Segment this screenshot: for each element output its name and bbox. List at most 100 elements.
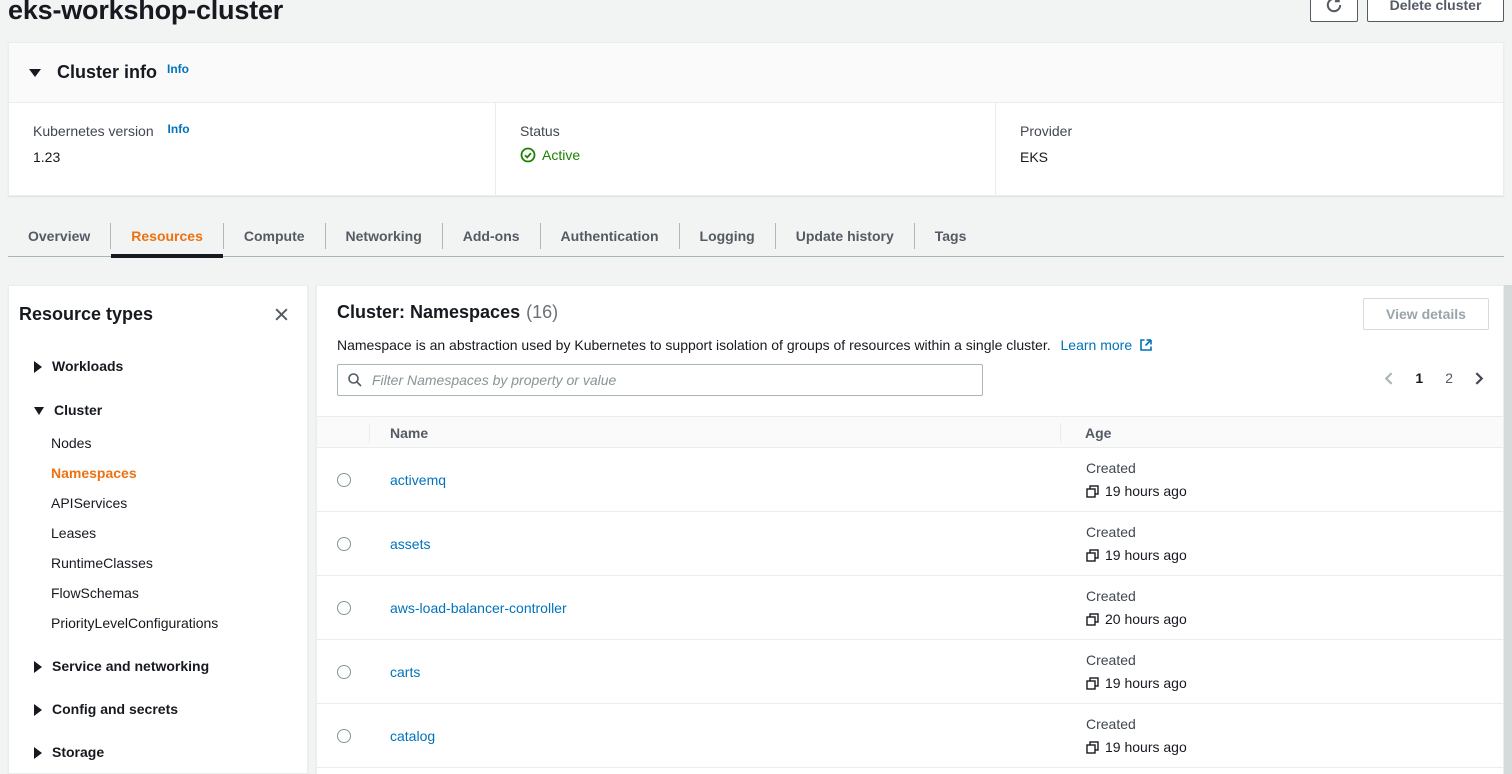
tab-networking[interactable]: Networking [326, 215, 442, 256]
cluster-info-fields: Kubernetes version Info 1.23 Status Acti… [9, 103, 1503, 195]
collapse-triangle-icon [29, 69, 41, 77]
sidebar-group-service-and-networking[interactable]: Service and networking [9, 658, 307, 675]
row-radio-button[interactable] [337, 537, 351, 551]
table-row: carts Created 19 hours ago [317, 640, 1503, 704]
sidebar-group-config-and-secrets[interactable]: Config and secrets [9, 701, 307, 718]
namespace-link[interactable]: catalog [390, 728, 435, 744]
age-value: 19 hours ago [1105, 483, 1187, 499]
tab-update-history[interactable]: Update history [776, 215, 914, 256]
page-number-2[interactable]: 2 [1442, 370, 1456, 386]
row-radio-button[interactable] [337, 729, 351, 743]
created-label: Created [1086, 588, 1187, 604]
table-header: Name Age [317, 416, 1503, 448]
tab-add-ons[interactable]: Add-ons [443, 215, 540, 256]
description-text: Namespace is an abstraction used by Kube… [337, 337, 1051, 353]
copy-icon[interactable] [1086, 485, 1099, 498]
table-row: catalog Created 19 hours ago [317, 704, 1503, 768]
row-radio-button[interactable] [337, 473, 351, 487]
eks-cluster-page: eks-workshop-cluster Delete cluster Clus… [0, 0, 1512, 774]
tab-overview[interactable]: Overview [8, 215, 110, 256]
status-label: Status [520, 123, 995, 139]
age-value: 20 hours ago [1105, 611, 1187, 627]
learn-more-link[interactable]: Learn more [1061, 337, 1133, 353]
column-divider [369, 423, 370, 443]
filter-wrap [337, 364, 983, 396]
tab-logging[interactable]: Logging [680, 215, 775, 256]
namespace-link[interactable]: aws-load-balancer-controller [390, 600, 567, 616]
tab-tags[interactable]: Tags [915, 215, 987, 256]
next-page-icon[interactable] [1472, 372, 1485, 385]
age-value: 19 hours ago [1105, 675, 1187, 691]
refresh-button[interactable] [1310, 0, 1358, 22]
table-row-partial [317, 768, 1503, 774]
cluster-info-info-link[interactable]: Info [167, 62, 189, 76]
sidebar-group-storage[interactable]: Storage [9, 744, 307, 761]
sidebar-item-nodes[interactable]: Nodes [9, 435, 307, 452]
scrollbar[interactable] [1504, 285, 1512, 774]
row-radio-button[interactable] [337, 665, 351, 679]
created-label: Created [1086, 652, 1187, 668]
status-value: Active [542, 147, 580, 163]
copy-icon[interactable] [1086, 549, 1099, 562]
tab-authentication[interactable]: Authentication [541, 215, 679, 256]
field-provider: Provider EKS [995, 103, 1503, 195]
copy-icon[interactable] [1086, 613, 1099, 626]
namespaces-table-body: activemq Created 19 hours ago ass [317, 448, 1503, 774]
tab-compute[interactable]: Compute [224, 215, 325, 256]
column-header-age: Age [1085, 425, 1111, 441]
field-status: Status Active [495, 103, 995, 195]
namespace-count: (16) [526, 302, 558, 322]
external-link-icon [1136, 338, 1152, 354]
chevron-right-icon [34, 361, 42, 373]
sidebar-group-label: Workloads [52, 358, 123, 375]
refresh-icon [1325, 0, 1343, 14]
age-value: 19 hours ago [1105, 739, 1187, 755]
page-title: eks-workshop-cluster [8, 0, 283, 26]
panel-heading: Cluster: Namespaces(16) [337, 302, 558, 323]
previous-page-icon[interactable] [1383, 372, 1396, 385]
column-header-name: Name [390, 425, 428, 441]
kubernetes-version-info-link[interactable]: Info [168, 122, 190, 136]
sidebar-item-prioritylevelconfigurations[interactable]: PriorityLevelConfigurations [9, 615, 307, 632]
sidebar-group-label: Cluster [54, 402, 102, 419]
filter-namespaces-input[interactable] [337, 364, 983, 396]
tab-resources[interactable]: Resources [111, 215, 223, 256]
copy-icon[interactable] [1086, 741, 1099, 754]
sidebar-group-cluster[interactable]: Cluster [9, 402, 307, 419]
copy-icon[interactable] [1086, 677, 1099, 690]
age-cell: Created 20 hours ago [1086, 588, 1187, 627]
field-kubernetes-version: Kubernetes version Info 1.23 [9, 103, 495, 195]
sidebar-item-leases[interactable]: Leases [9, 525, 307, 542]
cluster-info-title: Cluster info [57, 62, 157, 83]
sidebar-group-workloads[interactable]: Workloads [9, 358, 307, 375]
delete-cluster-button[interactable]: Delete cluster [1367, 0, 1504, 22]
namespace-link[interactable]: activemq [390, 472, 446, 488]
page-number-1[interactable]: 1 [1412, 370, 1426, 386]
sidebar-item-apiservices[interactable]: APIServices [9, 495, 307, 512]
age-cell: Created 19 hours ago [1086, 460, 1187, 499]
namespace-link[interactable]: carts [390, 664, 420, 680]
sidebar-item-flowschemas[interactable]: FlowSchemas [9, 585, 307, 602]
chevron-down-icon [34, 407, 44, 415]
namespaces-panel: Cluster: Namespaces(16) View details Nam… [316, 285, 1504, 774]
sidebar-item-namespaces[interactable]: Namespaces [9, 465, 307, 482]
status-badge: Active [520, 147, 995, 163]
age-cell: Created 19 hours ago [1086, 716, 1187, 755]
sidebar-group-label: Storage [52, 744, 104, 761]
kubernetes-version-label: Kubernetes version [33, 123, 154, 139]
search-icon [347, 372, 363, 391]
age-cell: Created 19 hours ago [1086, 652, 1187, 691]
view-details-button[interactable]: View details [1363, 298, 1489, 330]
cluster-info-header[interactable]: Cluster info Info [9, 43, 1503, 103]
sidebar-item-runtimeclasses[interactable]: RuntimeClasses [9, 555, 307, 572]
created-label: Created [1086, 716, 1187, 732]
resource-types-sidebar: Resource types Workloads Cluster Nodes N… [8, 285, 308, 774]
close-icon[interactable] [272, 305, 291, 324]
table-row: assets Created 19 hours ago [317, 512, 1503, 576]
pagination: 1 2 [1383, 370, 1485, 386]
panel-description: Namespace is an abstraction used by Kube… [337, 337, 1152, 353]
cluster-tabs: Overview Resources Compute Networking Ad… [8, 215, 1504, 257]
provider-value: EKS [1020, 149, 1503, 165]
row-radio-button[interactable] [337, 601, 351, 615]
namespace-link[interactable]: assets [390, 536, 430, 552]
